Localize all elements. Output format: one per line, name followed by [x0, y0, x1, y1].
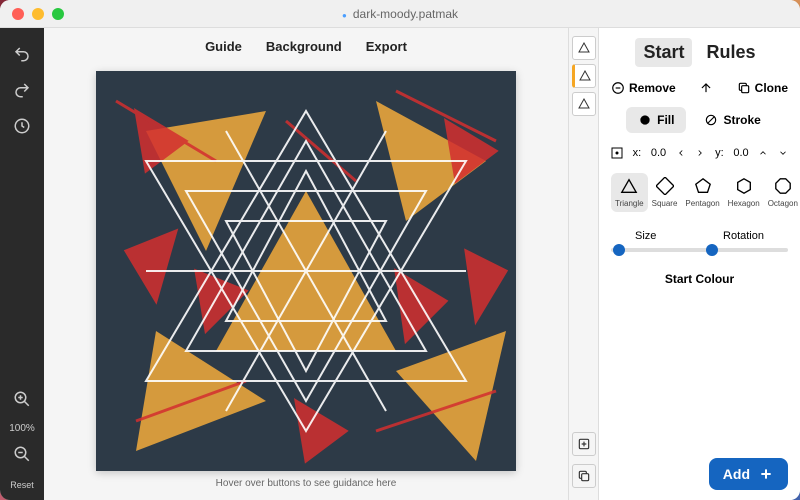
- shape-square[interactable]: Square: [648, 173, 682, 212]
- inspector-panel: Start Rules Remove Clone: [598, 28, 800, 500]
- shape-octagon-label: Octagon: [768, 199, 798, 208]
- start-colour-label: Start Colour: [611, 272, 788, 286]
- canvas-wrap: [44, 64, 568, 478]
- clone-button[interactable]: Clone: [737, 81, 788, 95]
- traffic-lights: [12, 8, 64, 20]
- add-button[interactable]: Add: [709, 458, 788, 490]
- inspector-tabs: Start Rules: [611, 38, 788, 67]
- left-toolbar: 100% Reset: [0, 28, 44, 500]
- size-label: Size: [635, 230, 656, 242]
- x-value: 0.0: [651, 147, 666, 159]
- stroke-button[interactable]: Stroke: [692, 107, 772, 133]
- x-label: x:: [633, 147, 642, 159]
- size-thumb[interactable]: [613, 244, 625, 256]
- move-up-button[interactable]: [699, 81, 713, 95]
- x-dec-icon[interactable]: [676, 148, 686, 158]
- guide-menu[interactable]: Guide: [205, 39, 242, 54]
- undo-button[interactable]: [6, 38, 38, 70]
- y-label: y:: [715, 147, 724, 159]
- export-menu[interactable]: Export: [366, 39, 407, 54]
- tab-rules[interactable]: Rules: [698, 38, 763, 67]
- app-body: 100% Reset Guide Background Export: [0, 28, 800, 500]
- fill-label: Fill: [657, 113, 674, 127]
- zoom-in-button[interactable]: [6, 383, 38, 415]
- shape-triangle[interactable]: Triangle: [611, 173, 648, 212]
- layer-strip: [568, 28, 598, 500]
- artwork: [96, 71, 516, 471]
- rotation-label: Rotation: [723, 230, 764, 242]
- center-pane: Guide Background Export: [44, 28, 568, 500]
- anchor-icon[interactable]: [611, 147, 623, 159]
- window-title: dark-moody.patmak: [342, 7, 458, 21]
- pattern-canvas[interactable]: [96, 71, 516, 471]
- app-window: dark-moody.patmak 100% Reset: [0, 0, 800, 500]
- plus-icon: [758, 466, 774, 482]
- close-window-button[interactable]: [12, 8, 24, 20]
- background-menu[interactable]: Background: [266, 39, 342, 54]
- shape-pentagon[interactable]: Pentagon: [681, 173, 723, 212]
- shape-hexagon[interactable]: Hexagon: [724, 173, 764, 212]
- stroke-label: Stroke: [723, 113, 760, 127]
- history-button[interactable]: [6, 110, 38, 142]
- fill-stroke-segment: Fill Stroke: [611, 107, 788, 133]
- layer-thumb-2[interactable]: [572, 64, 596, 88]
- maximize-window-button[interactable]: [52, 8, 64, 20]
- tab-start[interactable]: Start: [635, 38, 692, 67]
- clone-label: Clone: [755, 81, 788, 95]
- shape-pentagon-label: Pentagon: [685, 199, 719, 208]
- layer-thumb-3[interactable]: [572, 92, 596, 116]
- y-dec-icon[interactable]: [778, 148, 788, 158]
- rotation-thumb[interactable]: [706, 244, 718, 256]
- add-layer-button[interactable]: [572, 432, 596, 456]
- layer-actions-row: Remove Clone: [611, 81, 788, 95]
- shape-triangle-label: Triangle: [615, 199, 644, 208]
- y-inc-icon[interactable]: [758, 148, 768, 158]
- shape-square-label: Square: [652, 199, 678, 208]
- add-label: Add: [723, 466, 750, 482]
- titlebar: dark-moody.patmak: [0, 0, 800, 28]
- zoom-out-button[interactable]: [6, 438, 38, 470]
- guidance-hint: Hover over buttons to see guidance here: [44, 478, 568, 500]
- fill-button[interactable]: Fill: [626, 107, 686, 133]
- minimize-window-button[interactable]: [32, 8, 44, 20]
- size-rotation-slider[interactable]: [611, 248, 788, 252]
- shape-octagon[interactable]: Octagon: [764, 173, 800, 212]
- duplicate-layer-button[interactable]: [572, 464, 596, 488]
- slider-labels: Size Rotation: [611, 230, 788, 242]
- x-inc-icon[interactable]: [695, 148, 705, 158]
- remove-button[interactable]: Remove: [611, 81, 676, 95]
- remove-label: Remove: [629, 81, 676, 95]
- y-value: 0.0: [733, 147, 748, 159]
- zoom-level: 100%: [9, 423, 35, 434]
- reset-button[interactable]: Reset: [10, 480, 34, 490]
- shape-picker: Triangle Square Pentagon Hexagon Octagon: [611, 173, 788, 212]
- shape-hexagon-label: Hexagon: [728, 199, 760, 208]
- top-menu: Guide Background Export: [44, 28, 568, 64]
- position-row: x: 0.0 y: 0.0: [611, 147, 788, 159]
- redo-button[interactable]: [6, 74, 38, 106]
- layer-thumb-1[interactable]: [572, 36, 596, 60]
